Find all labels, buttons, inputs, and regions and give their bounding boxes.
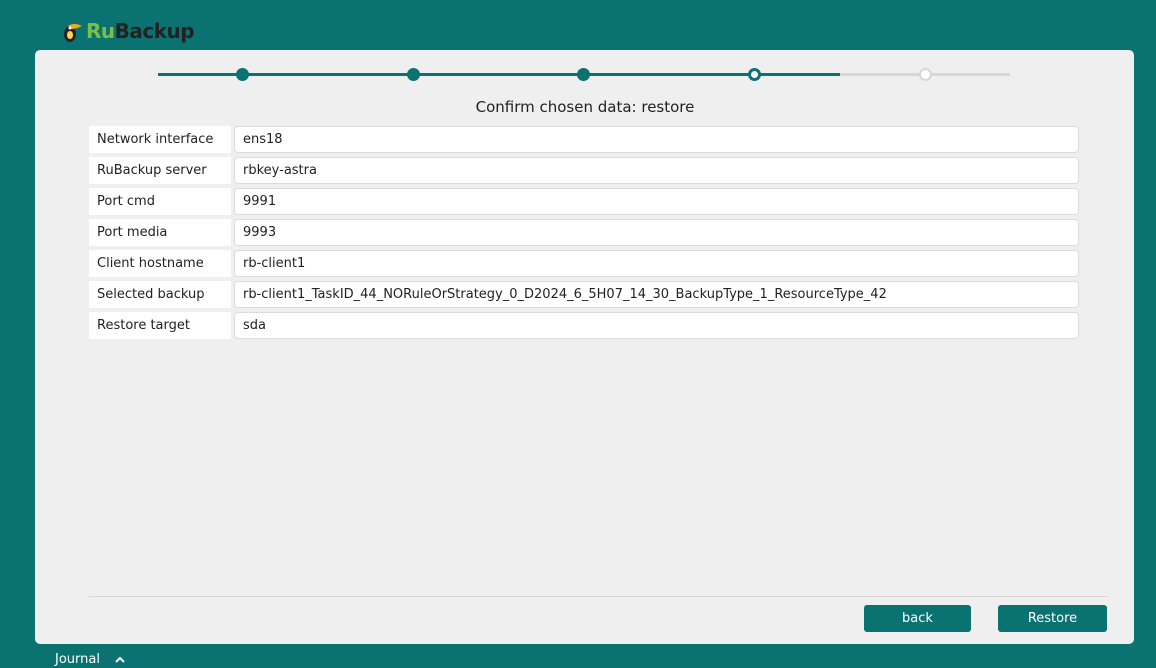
data-row-client-hostname: Client hostname rb-client1 [89,250,1079,277]
row-label: Selected backup [89,281,231,308]
row-value: rb-client1_TaskID_44_NORuleOrStrategy_0_… [234,281,1079,308]
row-label: RuBackup server [89,157,231,184]
data-row-rubackup-server: RuBackup server rbkey-astra [89,157,1079,184]
data-row-network-interface: Network interface ens18 [89,126,1079,153]
row-label: Port cmd [89,188,231,215]
row-label: Client hostname [89,250,231,277]
row-value: rb-client1 [234,250,1079,277]
confirm-data-list: Network interface ens18 RuBackup server … [89,126,1079,343]
step-1-complete [236,68,249,81]
row-value: rbkey-astra [234,157,1079,184]
row-value: ens18 [234,126,1079,153]
data-row-restore-target: Restore target sda [89,312,1079,339]
row-value: 9991 [234,188,1079,215]
wizard-stepper [158,64,1010,84]
step-3-complete [577,68,590,81]
step-4-current [748,68,761,81]
journal-toggle[interactable]: Journal [55,652,126,667]
app-logo: RuBackup [62,17,195,45]
chevron-up-icon [114,654,126,666]
data-row-port-media: Port media 9993 [89,219,1079,246]
restore-button[interactable]: Restore [998,605,1107,632]
footer-divider [89,596,1107,597]
toucan-logo-icon [62,20,84,42]
row-label: Restore target [89,312,231,339]
row-label: Port media [89,219,231,246]
row-value: sda [234,312,1079,339]
logo-text-backup: Backup [114,19,195,43]
back-button[interactable]: back [864,605,971,632]
step-5-pending [919,68,932,81]
step-2-complete [407,68,420,81]
row-value: 9993 [234,219,1079,246]
page-title: Confirm chosen data: restore [475,98,695,116]
data-row-port-cmd: Port cmd 9991 [89,188,1079,215]
journal-label: Journal [55,652,100,667]
row-label: Network interface [89,126,231,153]
logo-text-ru: Ru [86,19,115,43]
data-row-selected-backup: Selected backup rb-client1_TaskID_44_NOR… [89,281,1079,308]
